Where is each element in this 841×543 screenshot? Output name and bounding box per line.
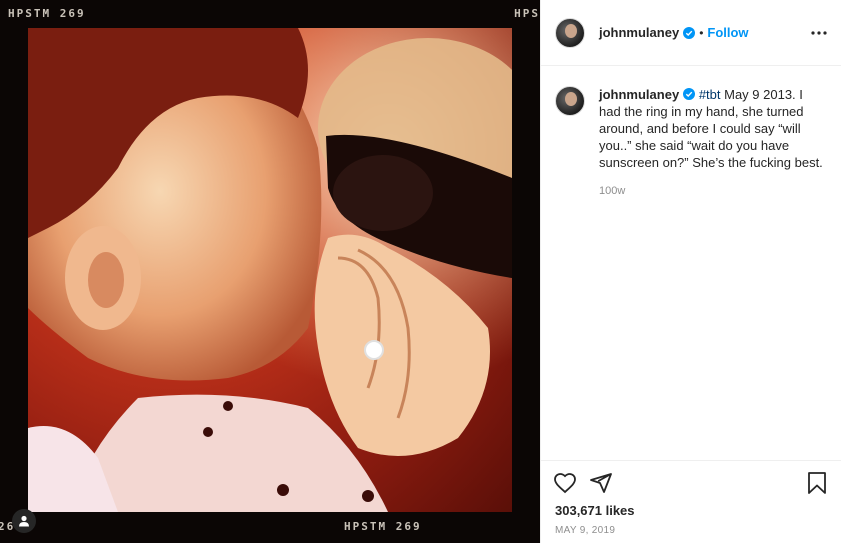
header-username[interactable]: johnmulaney [599,25,679,40]
caption-time-ago[interactable]: 100w [599,183,823,200]
caption-avatar[interactable] [555,86,585,116]
heart-icon[interactable] [553,471,577,495]
action-row [553,471,625,495]
photo-illustration [28,28,512,512]
avatar[interactable] [555,17,585,48]
film-label-top-right: HPS [514,7,540,20]
more-options-icon[interactable] [811,26,827,40]
verified-badge-icon [683,26,696,39]
user-tag-button[interactable] [12,509,36,533]
caption-body: johnmulaney #tbt May 9 2013. I had the r… [599,86,823,200]
follow-button[interactable]: Follow [707,25,748,40]
film-label-top-left: HPSTM 269 [8,7,86,20]
post-caption: johnmulaney #tbt May 9 2013. I had the r… [555,86,835,200]
post-media[interactable]: HPSTM 269 HPS HPSTM 269 269 [0,0,540,543]
verified-badge-icon [683,88,696,100]
film-label-bottom-center: HPSTM 269 [344,520,422,533]
post-photo [28,28,512,512]
post-actions: 303,671 likes MAY 9, 2019 [541,460,841,543]
instagram-post: HPSTM 269 HPS HPSTM 269 269 johnmulaney … [0,0,841,543]
post-sidebar: johnmulaney • Follow johnmulaney #tbt Ma… [540,0,841,543]
caption-hashtag-link[interactable]: #tbt [699,87,721,102]
person-icon [19,515,29,527]
post-date[interactable]: MAY 9, 2019 [555,525,615,536]
header-separator: • [699,25,704,40]
post-header: johnmulaney • Follow [541,0,841,66]
likes-count[interactable]: 303,671 likes [555,503,635,518]
caption-username[interactable]: johnmulaney [599,87,679,102]
share-icon[interactable] [589,471,613,495]
bookmark-icon[interactable] [805,471,829,495]
